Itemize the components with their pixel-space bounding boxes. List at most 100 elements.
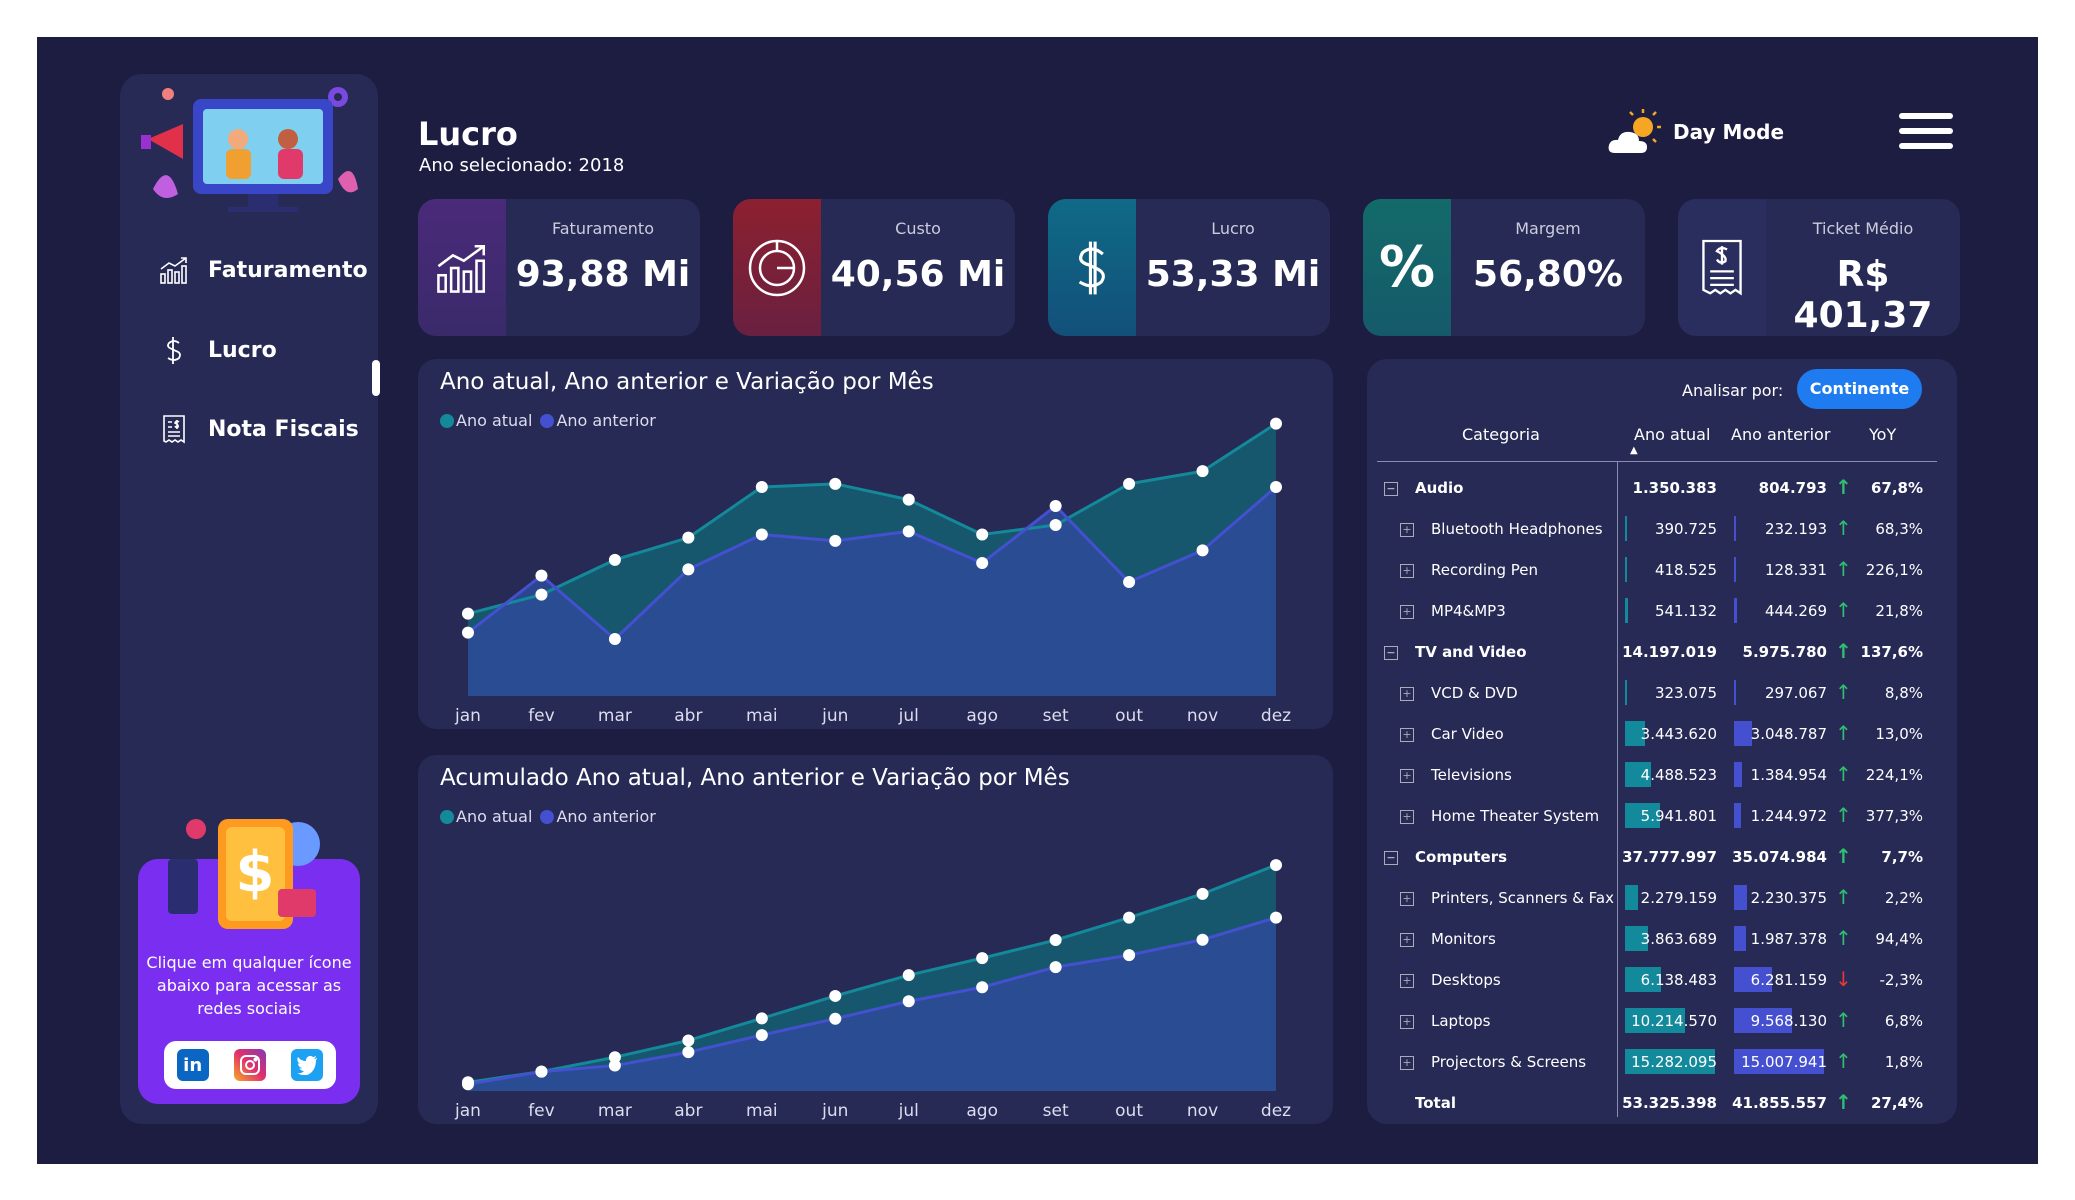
continente-button[interactable]: Continente	[1797, 369, 1922, 409]
data-point[interactable]	[1196, 465, 1209, 478]
data-point[interactable]	[682, 563, 695, 576]
data-point[interactable]	[976, 952, 989, 965]
data-point[interactable]	[535, 588, 548, 601]
header-ano-anterior[interactable]: Ano anterior	[1731, 425, 1830, 444]
data-point[interactable]	[976, 557, 989, 569]
data-point[interactable]	[682, 1046, 695, 1059]
data-point[interactable]	[1270, 417, 1282, 430]
expand-icon[interactable]: +	[1400, 810, 1414, 824]
expand-icon[interactable]: +	[1400, 564, 1414, 578]
subcategory-row[interactable]: + Bluetooth Headphones 390.725 232.193 ↑ 68,3…	[1367, 508, 1957, 549]
twitter-icon[interactable]	[291, 1049, 324, 1081]
data-point[interactable]	[1123, 911, 1136, 924]
expand-icon[interactable]: +	[1400, 728, 1414, 742]
data-point[interactable]	[462, 1078, 474, 1091]
data-point[interactable]	[1049, 519, 1062, 531]
sidebar-item-nota-fiscais[interactable]: Nota Fiscais	[158, 413, 359, 445]
data-point[interactable]	[755, 1029, 768, 1042]
subcategory-row[interactable]: + Printers, Scanners & Fax 2.279.159 2.230.…	[1367, 877, 1957, 918]
data-point[interactable]	[682, 531, 695, 544]
subcategory-row[interactable]: + MP4&MP3 541.132 444.269 ↑ 21,8%	[1367, 590, 1957, 631]
data-point[interactable]	[1049, 934, 1062, 947]
data-point[interactable]	[1270, 911, 1282, 924]
expand-icon[interactable]: +	[1400, 892, 1414, 906]
data-point[interactable]	[1196, 544, 1209, 557]
expand-icon[interactable]: +	[1400, 1056, 1414, 1070]
category-row[interactable]: − Audio 1.350.383 804.793 ↑ 67,8%	[1367, 467, 1957, 508]
instagram-icon[interactable]	[233, 1049, 266, 1081]
data-point[interactable]	[1196, 933, 1209, 946]
data-point[interactable]	[902, 525, 915, 538]
total-row[interactable]: Total 53.325.398 41.855.557 ↑ 27,4%	[1367, 1082, 1957, 1123]
data-point[interactable]	[755, 528, 768, 541]
collapse-icon[interactable]: −	[1384, 482, 1398, 496]
day-mode-toggle[interactable]: Day Mode	[1607, 107, 1784, 157]
data-point[interactable]	[535, 569, 548, 582]
data-point[interactable]	[902, 493, 915, 506]
collapse-icon[interactable]: −	[1384, 851, 1398, 865]
expand-icon[interactable]: +	[1400, 687, 1414, 701]
data-point[interactable]	[755, 481, 768, 493]
header-ano-atual[interactable]: Ano atual	[1634, 425, 1710, 444]
subcategory-row[interactable]: + Home Theater System 5.941.801 1.244.972 ↑ 3…	[1367, 795, 1957, 836]
subcategory-row[interactable]: + Car Video 3.443.620 3.048.787 ↑ 13,0%	[1367, 713, 1957, 754]
expand-icon[interactable]: +	[1400, 523, 1414, 537]
kpi-label: Custo	[895, 219, 941, 238]
header-yoy[interactable]: YoY	[1869, 425, 1896, 444]
linkedin-icon[interactable]: in	[176, 1049, 209, 1081]
data-point[interactable]	[829, 989, 842, 1002]
data-point[interactable]	[1123, 949, 1136, 962]
data-point[interactable]	[462, 607, 474, 620]
kpi-card-margem: % Margem 56,80%	[1363, 199, 1645, 336]
category-row[interactable]: − TV and Video 14.197.019 5.975.780 ↑ 137,6%	[1367, 631, 1957, 672]
arrow-up-icon: ↑	[1835, 1049, 1852, 1073]
data-point[interactable]	[1123, 576, 1136, 588]
subcategory-row[interactable]: + Laptops 10.214.570 9.568.130 ↑ 6,8%	[1367, 1000, 1957, 1041]
expand-icon[interactable]: +	[1400, 769, 1414, 783]
subcategory-row[interactable]: + VCD & DVD 323.075 297.067 ↑ 8,8%	[1367, 672, 1957, 713]
data-point[interactable]	[829, 534, 842, 547]
data-point[interactable]	[608, 633, 621, 645]
data-point[interactable]	[1049, 500, 1062, 512]
data-point[interactable]	[608, 1059, 621, 1072]
data-point[interactable]	[462, 626, 474, 639]
subcategory-row[interactable]: + Desktops 6.138.483 6.281.159 ↓ -2,3%	[1367, 959, 1957, 1000]
data-point[interactable]	[902, 969, 915, 982]
subcategory-row[interactable]: + Televisions 4.488.523 1.384.954 ↑ 224,1%	[1367, 754, 1957, 795]
data-point[interactable]	[1049, 961, 1062, 974]
data-point[interactable]	[755, 1012, 768, 1025]
header-categoria[interactable]: Categoria	[1462, 425, 1540, 444]
data-point[interactable]	[1123, 477, 1136, 490]
data-point[interactable]	[1196, 887, 1209, 900]
data-point[interactable]	[535, 1065, 548, 1078]
x-tick-label: jun	[821, 1101, 848, 1121]
sort-ascending-icon: ▲	[1630, 445, 1638, 456]
expand-icon[interactable]: +	[1400, 605, 1414, 619]
data-point[interactable]	[976, 981, 989, 994]
expand-icon[interactable]: +	[1400, 933, 1414, 947]
category-row[interactable]: − Computers 37.777.997 35.074.984 ↑ 7,7%	[1367, 836, 1957, 877]
subcategory-row[interactable]: + Monitors 3.863.689 1.987.378 ↑ 94,4%	[1367, 918, 1957, 959]
expand-icon[interactable]: +	[1400, 974, 1414, 988]
data-point[interactable]	[829, 1012, 842, 1025]
data-point[interactable]	[902, 995, 915, 1008]
data-point[interactable]	[608, 553, 621, 566]
data-point[interactable]	[976, 528, 989, 541]
chart-growth-icon	[160, 257, 187, 284]
sidebar-item-lucro[interactable]: Lucro	[158, 334, 277, 366]
row-yoy: 27,4%	[1870, 1094, 1923, 1112]
data-point[interactable]	[1270, 481, 1282, 493]
sidebar-item-faturamento[interactable]: Faturamento	[158, 254, 368, 286]
subcategory-row[interactable]: + Projectors & Screens 15.282.095 15.007.94…	[1367, 1041, 1957, 1082]
data-point[interactable]	[829, 477, 842, 490]
kpi-card-ticket-medio: Ticket Médio R$ 401,37	[1678, 199, 1960, 336]
data-point[interactable]	[1270, 859, 1282, 872]
collapse-icon[interactable]: −	[1384, 646, 1398, 660]
expand-icon[interactable]: +	[1400, 1015, 1414, 1029]
x-tick-label: nov	[1187, 1101, 1218, 1121]
data-point[interactable]	[682, 1034, 695, 1047]
hamburger-menu-icon[interactable]	[1899, 113, 1953, 153]
x-tick-label: mar	[598, 706, 632, 726]
subcategory-row[interactable]: + Recording Pen 418.525 128.331 ↑ 226,1%	[1367, 549, 1957, 590]
row-ano-atual: 53.325.398	[1622, 1094, 1717, 1112]
